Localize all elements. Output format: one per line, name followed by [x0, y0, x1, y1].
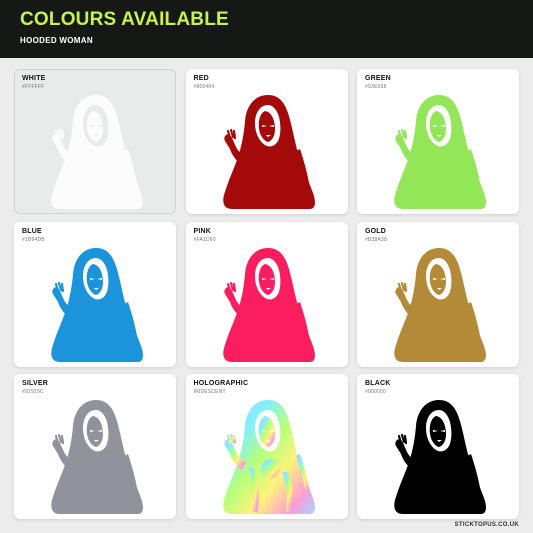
- colour-card-black[interactable]: BLACK #000000: [357, 374, 519, 519]
- colour-card-gold[interactable]: GOLD #B38A38: [357, 221, 519, 367]
- hooded-woman-icon: [51, 400, 143, 514]
- colour-name: GREEN: [365, 75, 391, 82]
- colour-card-silver[interactable]: SILVER #92929C: [14, 374, 176, 519]
- colour-card-blue[interactable]: BLUE #1B94DB: [14, 221, 176, 367]
- hooded-woman-icon: [394, 95, 486, 209]
- page-title: COLOURS AVAILABLE: [20, 9, 229, 30]
- colour-name: BLACK: [365, 380, 391, 387]
- colour-name: WHITE: [22, 75, 46, 82]
- colour-hex: #FFFFFF: [22, 84, 45, 90]
- colour-hex: IRIDESCENT: [193, 389, 226, 395]
- hooded-woman-icon: [394, 247, 486, 362]
- colour-card-white[interactable]: WHITE #FFFFFF: [14, 69, 176, 214]
- colour-card-pink[interactable]: PINK #FA1D60: [185, 221, 348, 367]
- hooded-woman-icon: [222, 95, 315, 209]
- hooded-woman-icon: [222, 400, 315, 514]
- colour-name: SILVER: [22, 380, 48, 387]
- colour-grid: WHITE #FFFFFF RED #800404 GREEN #93E658 BLUE #1…: [14, 69, 519, 519]
- hooded-woman-icon: [222, 247, 315, 362]
- site-footer: STICKTOPUS.CO.UK: [454, 522, 519, 528]
- colour-hex: #1B94DB: [22, 236, 45, 243]
- hooded-woman-icon: [51, 247, 143, 362]
- colour-card-green[interactable]: GREEN #93E658: [357, 69, 519, 214]
- colour-card-holographic[interactable]: HOLOGRAPHIC IRIDESCENT: [185, 374, 348, 519]
- colour-hex: #B38A38: [365, 236, 387, 243]
- colour-name: BLUE: [22, 227, 42, 235]
- hooded-woman-icon: [51, 95, 143, 209]
- colour-hex: #800404: [193, 84, 215, 90]
- colour-name: RED: [193, 75, 209, 82]
- colour-name: HOLOGRAPHIC: [193, 380, 249, 387]
- colour-card-red[interactable]: RED #800404: [185, 69, 348, 214]
- colour-hex: #92929C: [22, 389, 44, 395]
- colour-name: PINK: [193, 227, 212, 235]
- colour-hex: #FA1D60: [193, 236, 216, 243]
- hooded-woman-icon: [394, 400, 486, 514]
- colour-name: GOLD: [365, 227, 387, 235]
- page-subtitle: HOODED WOMAN: [20, 36, 93, 45]
- colour-hex: #000000: [365, 389, 386, 395]
- header-banner: COLOURS AVAILABLE HOODED WOMAN: [0, 0, 533, 58]
- colour-hex: #93E658: [365, 84, 387, 90]
